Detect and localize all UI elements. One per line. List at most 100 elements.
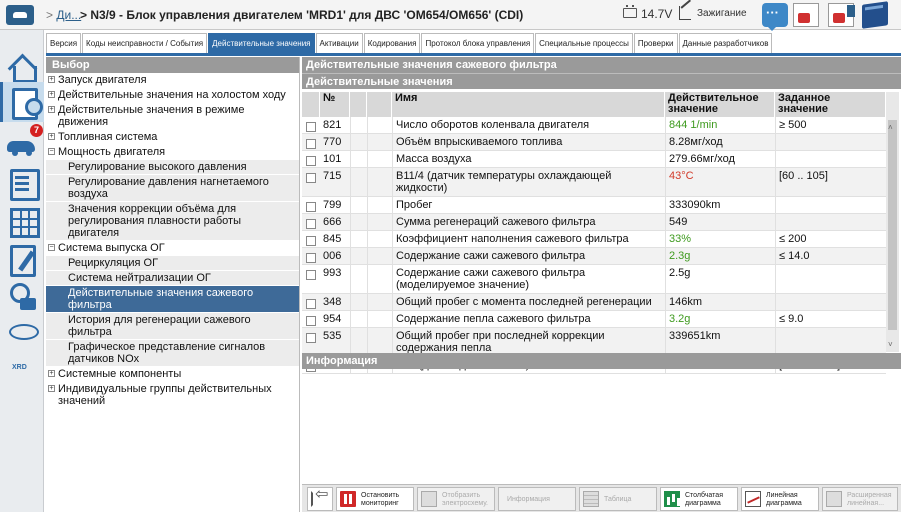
chat-icon[interactable] bbox=[762, 3, 788, 31]
row-checkbox-cell bbox=[302, 134, 320, 150]
row-setpoint: ≤ 14.0 bbox=[775, 248, 886, 264]
tab-2[interactable]: Действительные значения bbox=[208, 33, 315, 53]
tree-item-label: Система выпуска ОГ bbox=[58, 242, 165, 254]
row-checkbox[interactable] bbox=[306, 299, 316, 309]
row-spacer bbox=[367, 265, 392, 293]
tree-item[interactable]: + Топливная система bbox=[46, 130, 299, 145]
tab-4[interactable]: Кодирования bbox=[363, 33, 421, 53]
row-checkbox[interactable] bbox=[306, 316, 316, 326]
row-checkbox[interactable] bbox=[306, 139, 316, 149]
table-row[interactable]: 799 Пробег 333090km bbox=[302, 197, 886, 214]
tab-1[interactable]: Коды неисправности / События bbox=[82, 33, 208, 53]
tab-7[interactable]: Проверки bbox=[633, 33, 678, 53]
col-check bbox=[302, 92, 320, 117]
collapse-icon[interactable]: − bbox=[48, 244, 55, 251]
show-wiring-diagram-button[interactable]: Отобразить электросхему. bbox=[417, 487, 495, 511]
table-row[interactable]: 845 Коэффициент наполнения сажевого фильт… bbox=[302, 231, 886, 248]
extended-line-chart-button[interactable]: Расширенная линейная... bbox=[822, 487, 898, 511]
breadcrumb-link[interactable]: Ди... bbox=[56, 8, 81, 22]
expand-icon[interactable]: + bbox=[48, 385, 55, 392]
row-checkbox[interactable] bbox=[306, 122, 316, 132]
manual-icon[interactable] bbox=[862, 1, 888, 29]
tree-item[interactable]: Графическое представление сигналов датчи… bbox=[46, 340, 299, 367]
back-button[interactable] bbox=[307, 487, 333, 511]
list-icon[interactable] bbox=[4, 166, 40, 201]
row-checkbox[interactable] bbox=[306, 333, 316, 343]
home-icon[interactable] bbox=[4, 50, 40, 84]
col-num[interactable]: № bbox=[320, 92, 350, 117]
tab-8[interactable]: Данные разработчиков bbox=[678, 33, 773, 53]
table-row[interactable]: 954 Содержание пепла сажевого фильтра 3.2g… bbox=[302, 311, 886, 328]
tree-item[interactable]: − Система выпуска ОГ bbox=[46, 241, 299, 256]
row-spacer bbox=[350, 117, 367, 133]
pdf-export-icon[interactable] bbox=[793, 3, 819, 27]
information-button[interactable]: Информация bbox=[498, 487, 576, 511]
user-lock-icon[interactable] bbox=[4, 280, 40, 314]
tree-item[interactable]: Действительные значения сажевого фильтра bbox=[46, 286, 299, 313]
table-row[interactable]: 348 Общий пробег с момента последней реге… bbox=[302, 294, 886, 311]
row-name: Сумма регенераций сажевого фильтра bbox=[392, 214, 665, 230]
tree-item[interactable]: − Мощность двигателя bbox=[46, 145, 299, 160]
row-checkbox[interactable] bbox=[306, 173, 316, 183]
col-setpoint[interactable]: Заданное значение bbox=[775, 92, 886, 117]
edit-document-icon[interactable] bbox=[4, 242, 40, 277]
battery-icon bbox=[623, 5, 637, 18]
row-spacer bbox=[350, 214, 367, 230]
diagnosis-icon[interactable] bbox=[0, 82, 44, 122]
xrd-icon[interactable] bbox=[4, 320, 40, 354]
tab-6[interactable]: Специальные процессы bbox=[535, 33, 633, 53]
pdf-print-icon[interactable] bbox=[828, 3, 855, 27]
row-number: 845 bbox=[323, 233, 342, 245]
tree-item[interactable]: История для регенерации сажевого фильтра bbox=[46, 313, 299, 340]
expand-icon[interactable]: + bbox=[48, 91, 55, 98]
table-scrollbar[interactable]: ˄ ˅ bbox=[886, 92, 899, 352]
row-name: Содержание сажи сажевого фильтра (модели… bbox=[392, 265, 665, 293]
row-checkbox[interactable] bbox=[306, 156, 316, 166]
row-checkbox[interactable] bbox=[306, 202, 316, 212]
expand-icon[interactable]: + bbox=[48, 370, 55, 377]
bar-chart-button[interactable]: Столбчатая диаграмма bbox=[660, 487, 738, 511]
row-checkbox[interactable] bbox=[306, 219, 316, 229]
tree-item[interactable]: + Действительные значения в режиме движен… bbox=[46, 103, 299, 130]
tab-3[interactable]: Активации bbox=[315, 33, 363, 53]
col-name[interactable]: Имя bbox=[392, 92, 665, 117]
tree-item[interactable]: Рециркуляция ОГ bbox=[46, 256, 299, 271]
row-checkbox[interactable] bbox=[306, 270, 316, 280]
tree-item[interactable]: + Запуск двигателя bbox=[46, 73, 299, 88]
tree-item[interactable]: + Индивидуальные группы действительных зн… bbox=[46, 382, 299, 409]
tree-item[interactable]: + Действительные значения на холостом ход… bbox=[46, 88, 299, 103]
tree-item[interactable]: Значения коррекции объёма для регулирова… bbox=[46, 202, 299, 241]
expand-icon[interactable]: + bbox=[48, 133, 55, 140]
tab-5[interactable]: Протокол блока управления bbox=[421, 33, 535, 53]
car-logo-icon[interactable] bbox=[6, 5, 34, 25]
row-checkbox[interactable] bbox=[306, 236, 316, 246]
table-view-button[interactable]: Таблица bbox=[579, 487, 657, 511]
line-chart-button[interactable]: Линейная диаграмма bbox=[741, 487, 819, 511]
stop-monitoring-button[interactable]: Остановить мониторинг bbox=[336, 487, 414, 511]
row-number: 348 bbox=[323, 296, 342, 308]
table-row[interactable]: 993 Содержание сажи сажевого фильтра (мод… bbox=[302, 265, 886, 294]
col-actual[interactable]: Действительное значение bbox=[665, 92, 775, 117]
scroll-up-icon[interactable]: ˄ bbox=[888, 123, 893, 132]
table-row[interactable]: 770 Объём впрыскиваемого топлива 8.28мг/хо… bbox=[302, 134, 886, 151]
tab-0[interactable]: Версия bbox=[46, 33, 82, 53]
row-actual-value: 2.3g bbox=[665, 248, 775, 264]
scroll-down-icon[interactable]: ˅ bbox=[888, 340, 893, 349]
tree-item[interactable]: + Системные компоненты bbox=[46, 367, 299, 382]
collapse-icon[interactable]: − bbox=[48, 148, 55, 155]
table-row[interactable]: 821 Число оборотов коленвала двигателя 844… bbox=[302, 117, 886, 134]
table-row[interactable]: 715 B11/4 (датчик температуры охлаждающей… bbox=[302, 168, 886, 197]
grid-icon[interactable] bbox=[4, 204, 40, 238]
scrollbar-thumb[interactable] bbox=[888, 120, 897, 330]
expand-icon[interactable]: + bbox=[48, 106, 55, 113]
bar-chart-icon bbox=[664, 491, 680, 507]
row-spacer bbox=[367, 294, 392, 310]
table-row[interactable]: 666 Сумма регенераций сажевого фильтра 549 bbox=[302, 214, 886, 231]
tree-item[interactable]: Система нейтрализации ОГ bbox=[46, 271, 299, 286]
table-row[interactable]: 101 Масса воздуха 279.66мг/ход bbox=[302, 151, 886, 168]
row-checkbox[interactable] bbox=[306, 253, 316, 263]
tree-item[interactable]: Регулирование высокого давления bbox=[46, 160, 299, 175]
table-row[interactable]: 006 Содержание сажи сажевого фильтра 2.3g ≤… bbox=[302, 248, 886, 265]
tree-item[interactable]: Регулирование давления нагнетаемого возд… bbox=[46, 175, 299, 202]
expand-icon[interactable]: + bbox=[48, 76, 55, 83]
